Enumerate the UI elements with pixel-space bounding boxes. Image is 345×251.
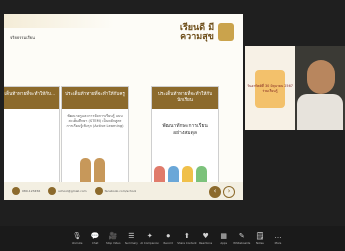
toolbar-record[interactable]: ⏺ Record [159, 226, 177, 251]
shared-slide: จริยธรรมเรียน เรียนดี มีความสุข ประเด็นท… [4, 14, 243, 200]
toolbar-more[interactable]: … More [269, 226, 287, 251]
speaker-shirt [297, 94, 343, 130]
more-icon: … [274, 232, 282, 240]
toolbar-whiteboards-label: Whiteboards [233, 241, 251, 245]
challenge-card-2-body: พัฒนาครูและการจัดการเรียนรู้ แบบสะเต็มศึ… [66, 114, 124, 128]
toolbar-ai-companion[interactable]: ✦ AI Companion [140, 226, 159, 251]
school-emblem-icon [218, 23, 234, 41]
camera-icon: 🎥 [108, 232, 118, 240]
toolbar-share-content[interactable]: ⬆ Share Content [177, 226, 196, 251]
toolbar-reactions-label: Reactions [199, 241, 213, 245]
challenge-card-3-body: พัฒนาทักษะการเรียน อย่างสมดุล [162, 123, 208, 136]
slide-prev-button[interactable]: ‹ [209, 186, 221, 198]
toolbar-whiteboards[interactable]: ✎ Whiteboards [233, 226, 251, 251]
footer-phone-text: 080-123456 [22, 189, 41, 193]
participant-gallery: วันอาทิตย์ที่ 30 มิถุนายน 2567 ร่วมเรียน… [245, 46, 345, 130]
toolbar-notes-label: Notes [256, 241, 264, 245]
meeting-window: จริยธรรมเรียน เรียนดี มีความสุข ประเด็นท… [0, 0, 345, 251]
toolbar-notes[interactable]: 🗒 Notes [251, 226, 269, 251]
phone-icon [12, 187, 20, 195]
record-icon: ⏺ [166, 232, 170, 240]
toolbar-stop-video[interactable]: 🎥 Stop Video [104, 226, 122, 251]
participant-tile-badge[interactable]: วันอาทิตย์ที่ 30 มิถุนายน 2567 ร่วมเรียน… [245, 46, 295, 130]
toolbar-unmute[interactable]: 🎙 Unmute [68, 226, 86, 251]
slide-logo-text: เรียนดี มีความสุข [179, 23, 215, 42]
slide-title: จริยธรรมเรียน [10, 35, 35, 40]
toolbar-unmute-label: Unmute [71, 241, 83, 245]
toolbar-record-label: Record [163, 241, 173, 245]
footer-email-text: school@gmail.com [58, 189, 87, 193]
toolbar-chat-label: Chat [92, 241, 99, 245]
apps-icon: ▦ [220, 232, 228, 240]
facebook-icon [94, 187, 103, 195]
challenge-card-1: ประเด็นท้าทายที่จะทำให้กับ... [4, 86, 60, 186]
toolbar-share-content-label: Share Content [177, 241, 197, 245]
participant-tile-speaker[interactable] [295, 46, 345, 130]
footer-facebook-text: facebook.com/school [104, 189, 137, 193]
participant-badge-text: วันอาทิตย์ที่ 30 มิถุนายน 2567 ร่วมเรียน… [247, 84, 293, 93]
summary-icon: ☰ [128, 232, 135, 240]
challenge-card-1-heading: ประเด็นท้าทายที่จะทำให้กับ... [4, 87, 59, 109]
footer-phone: 080-123456 [12, 187, 40, 195]
meeting-toolbar: 🎙 Unmute 💬 Chat 🎥 Stop Video ☰ Summary ✦ AI C… [0, 226, 345, 251]
chat-icon: 💬 [90, 232, 100, 240]
toolbar-more-label: More [274, 241, 282, 245]
speaker-avatar [307, 60, 335, 94]
challenge-card-2-heading: ประเด็นท้าทายที่จะทำให้กับครู [62, 87, 128, 109]
slide-footer: 080-123456 school@gmail.com facebook.com… [4, 182, 243, 200]
toolbar-reactions[interactable]: ♥ Reactions [197, 226, 215, 251]
toolbar-chat[interactable]: 💬 Chat [86, 226, 104, 251]
toolbar-stop-video-label: Stop Video [105, 241, 121, 245]
companion-icon: ✦ [146, 232, 153, 240]
footer-email: school@gmail.com [48, 187, 87, 195]
microphone-icon: 🎙 [72, 232, 82, 240]
toolbar-ai-companion-label: AI Companion [140, 241, 160, 245]
reactions-icon: ♥ [202, 232, 209, 240]
slide-next-button[interactable]: › [223, 186, 235, 198]
toolbar-apps-label: Apps [220, 241, 228, 245]
toolbar-summary[interactable]: ☰ Summary [122, 226, 140, 251]
challenge-card-1-body [4, 109, 59, 119]
whiteboard-icon: ✎ [238, 232, 245, 240]
toolbar-summary-label: Summary [124, 241, 138, 245]
email-icon [48, 187, 57, 195]
challenge-card-3-heading: ประเด็นท้าทายที่จะทำให้กับนักเรียน [152, 87, 218, 109]
footer-facebook: facebook.com/school [94, 187, 137, 195]
notes-icon: 🗒 [255, 232, 265, 240]
share-icon: ⬆ [183, 232, 190, 240]
slide-header-decoration [4, 14, 114, 28]
toolbar-apps[interactable]: ▦ Apps [215, 226, 233, 251]
